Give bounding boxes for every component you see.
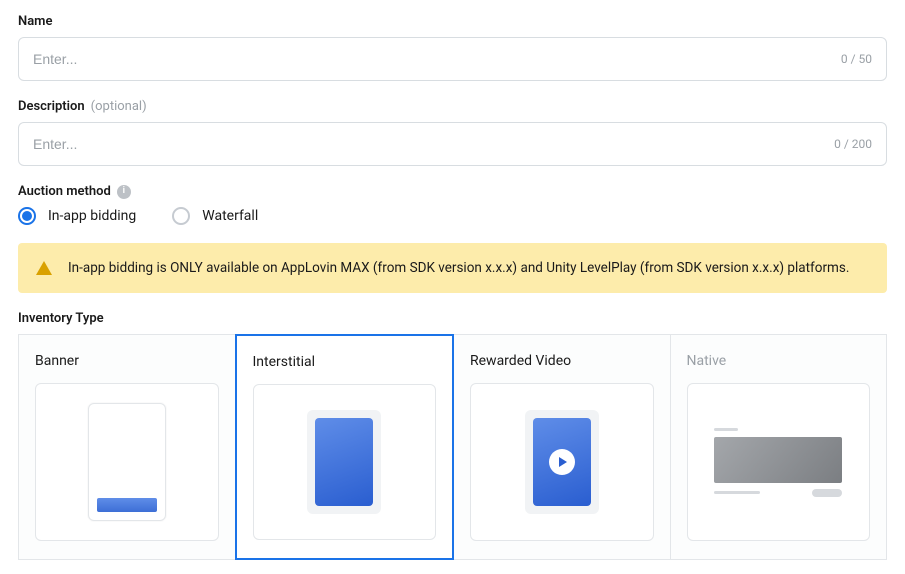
name-field: Name 0 / 50 [18, 14, 887, 81]
device-banner-icon [88, 403, 166, 521]
radio-in-app-bidding[interactable]: In-app bidding [18, 207, 136, 225]
description-optional: (optional) [91, 99, 147, 114]
name-counter: 0 / 50 [841, 52, 872, 66]
warning-icon [36, 261, 52, 275]
notice-text: In-app bidding is ONLY available on AppL… [68, 259, 849, 277]
preview-native [687, 383, 871, 541]
inventory-card-rewarded[interactable]: Rewarded Video [453, 334, 671, 560]
device-native-icon [714, 428, 842, 497]
description-label: Description (optional) [18, 99, 887, 114]
auction-label-text: Auction method [18, 184, 111, 199]
notice-banner: In-app bidding is ONLY available on AppL… [18, 243, 887, 293]
description-counter: 0 / 200 [834, 137, 872, 151]
inventory-title-rewarded: Rewarded Video [470, 353, 654, 369]
name-label: Name [18, 14, 887, 29]
description-input[interactable] [33, 136, 834, 152]
auction-field: Auction method i In-app bidding Waterfal… [18, 184, 887, 225]
name-input-wrap[interactable]: 0 / 50 [18, 37, 887, 81]
description-input-wrap[interactable]: 0 / 200 [18, 122, 887, 166]
inventory-types-row: Banner Interstitial Rewarded Video Nativ… [18, 334, 887, 560]
radio-circle-icon [18, 207, 36, 225]
play-icon [549, 449, 575, 475]
preview-interstitial [253, 384, 437, 540]
description-field: Description (optional) 0 / 200 [18, 99, 887, 166]
radio-label-in-app: In-app bidding [48, 208, 136, 224]
auction-radio-group: In-app bidding Waterfall [18, 207, 887, 225]
inventory-type-label: Inventory Type [18, 311, 887, 326]
preview-rewarded [470, 383, 654, 541]
radio-circle-icon [172, 207, 190, 225]
inventory-title-banner: Banner [35, 353, 219, 369]
description-label-text: Description [18, 99, 85, 114]
device-rewarded-icon [525, 410, 599, 514]
device-interstitial-icon [307, 410, 381, 514]
radio-waterfall[interactable]: Waterfall [172, 207, 258, 225]
inventory-title-interstitial: Interstitial [253, 354, 437, 370]
preview-banner [35, 383, 219, 541]
inventory-card-interstitial[interactable]: Interstitial [235, 334, 455, 560]
auction-label: Auction method i [18, 184, 887, 199]
inventory-card-native: Native [670, 334, 888, 560]
name-input[interactable] [33, 51, 841, 67]
info-icon[interactable]: i [117, 185, 131, 199]
radio-label-waterfall: Waterfall [202, 208, 258, 224]
inventory-title-native: Native [687, 353, 871, 369]
inventory-card-banner[interactable]: Banner [18, 334, 236, 560]
